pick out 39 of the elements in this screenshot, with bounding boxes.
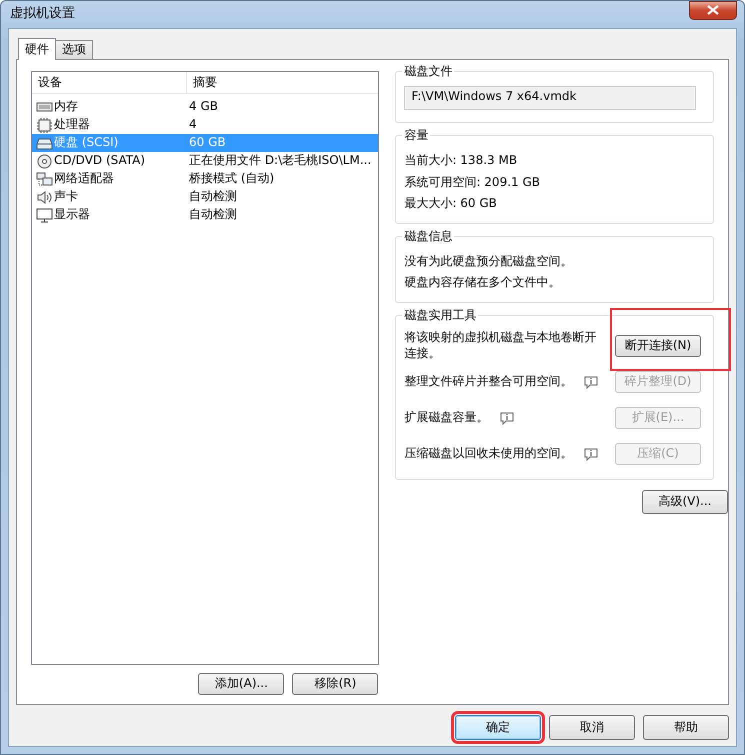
device-row[interactable]: 声卡 自动检测	[32, 188, 378, 206]
info-text: 没有为此硬盘预分配磁盘空间。	[404, 252, 574, 270]
device-row[interactable]: 内存 4 GB	[32, 98, 378, 116]
network-icon	[36, 172, 53, 186]
info-text: 当前大小: 138.3 MB	[404, 152, 518, 169]
disc-icon	[36, 154, 53, 168]
device-row[interactable]: 显示器 自动检测	[32, 206, 378, 224]
utility-description: 将该映射的虚拟机磁盘与本地卷断开连接。	[404, 330, 598, 362]
device-action-button[interactable]: 添加(A)...	[198, 673, 284, 695]
memory-icon	[36, 100, 53, 114]
utility-description: 压缩磁盘以回收未使用的空间。	[404, 446, 572, 462]
close-icon	[707, 5, 719, 15]
column-header[interactable]: 设备	[32, 72, 187, 93]
drive-icon	[36, 136, 53, 150]
group-title: 磁盘实用工具	[402, 308, 478, 324]
dialog-button[interactable]: 取消	[549, 715, 635, 740]
chip-icon	[36, 118, 53, 132]
group-title: 磁盘文件	[402, 64, 454, 80]
utility-description: 整理文件碎片并整合可用空间。	[404, 374, 572, 390]
close-button[interactable]	[689, 0, 737, 20]
tab[interactable]: 硬件	[18, 38, 56, 60]
device-row[interactable]: 处理器 4	[32, 116, 378, 134]
column-header[interactable]: 摘要	[187, 72, 223, 93]
info-text: 系统可用空间: 209.1 GB	[404, 174, 541, 191]
device-row[interactable]: CD/DVD (SATA) 正在使用文件 D:\老毛桃ISO\LM...	[32, 152, 378, 170]
group-title: 磁盘信息	[402, 228, 454, 244]
utility-button[interactable]: 断开连接(N)	[615, 334, 701, 357]
speaker-icon	[36, 190, 53, 204]
tab[interactable]: 选项	[55, 40, 93, 59]
window-title: 虚拟机设置	[9, 6, 75, 23]
file-path-field[interactable]: F:\VM\Windows 7 x64.vmdk	[404, 86, 696, 110]
info-text: 硬盘内容存储在多个文件中。	[404, 274, 562, 292]
dialog-button[interactable]: 帮助	[643, 715, 729, 740]
monitor-icon	[36, 208, 53, 222]
device-action-button[interactable]: 移除(R)	[292, 673, 378, 695]
utility-description: 扩展磁盘容量。	[404, 410, 488, 426]
device-row[interactable]: 网络适配器 桥接模式 (自动)	[32, 170, 378, 188]
info-text: 最大大小: 60 GB	[404, 195, 498, 212]
advanced-button[interactable]: 高级(V)...	[642, 490, 728, 514]
